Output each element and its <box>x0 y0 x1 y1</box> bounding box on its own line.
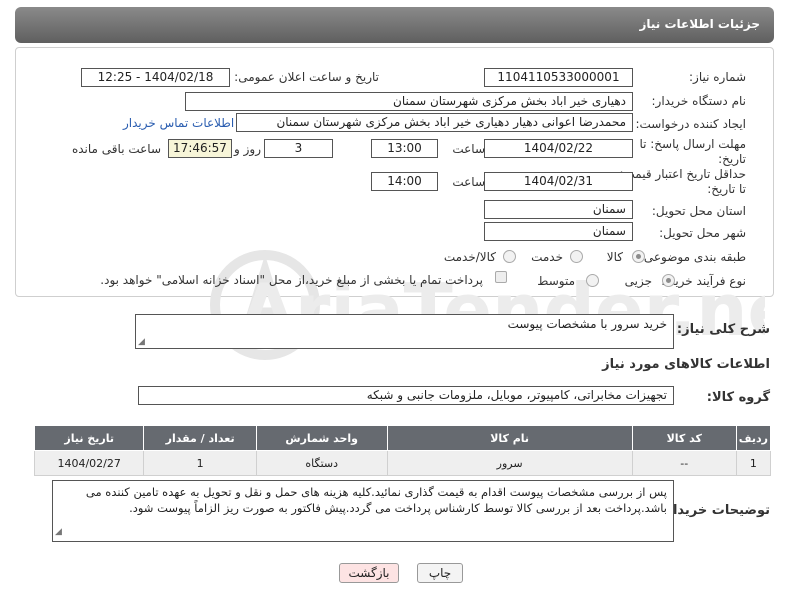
buyer-org-label: نام دستگاه خریدار: <box>651 94 747 108</box>
category-radio-goods-service[interactable] <box>503 250 516 263</box>
table-header-row: ردیف کد کالا نام کالا واحد شمارش تعداد /… <box>33 425 772 451</box>
process-radio-medium[interactable] <box>586 274 599 287</box>
process-option-medium: متوسط <box>537 274 575 288</box>
col-name-header: نام کالا <box>386 425 633 451</box>
city-field: سمنان <box>484 222 633 241</box>
process-option-minor: جزیی <box>624 274 652 288</box>
reply-time-field: 13:00 <box>371 139 438 158</box>
print-button[interactable]: چاپ <box>417 563 463 583</box>
category-radio-service[interactable] <box>570 250 583 263</box>
description-text: خرید سرور با مشخصات پیوست <box>507 317 667 331</box>
page-header: جزئیات اطلاعات نیاز <box>15 7 774 43</box>
need-number-label: شماره نیاز: <box>689 70 746 84</box>
city-label: شهر محل تحویل: <box>659 226 746 240</box>
process-radio-minor[interactable] <box>662 274 675 287</box>
buyer-org-field: دهیاری خیر اباد بخش مرکزی شهرستان سمنان <box>185 92 633 111</box>
cell-unit: دستگاه <box>255 450 388 476</box>
validity-date-field: 1404/02/31 <box>484 172 633 191</box>
cell-qty: 1 <box>143 450 257 476</box>
remaining-label: ساعت باقی مانده <box>71 142 161 156</box>
goods-group-field: تجهیزات مخابراتی، کامپیوتر، موبایل، ملزو… <box>138 386 674 405</box>
days-field: 3 <box>264 139 333 158</box>
remaining-time-field: 17:46:57 <box>168 139 232 158</box>
col-qty-header: تعداد / مقدار <box>143 425 257 451</box>
goods-group-label: گروه کالا: <box>706 390 770 405</box>
goods-section-title: اطلاعات کالاهای مورد نیاز <box>602 357 770 372</box>
reply-date-field: 1404/02/22 <box>484 139 633 158</box>
province-label: استان محل تحویل: <box>651 204 746 218</box>
cell-date: 1404/02/27 <box>33 450 145 476</box>
buyer-notes-textarea[interactable]: پس از بررسی مشخصات پیوست اقدام به قیمت گ… <box>52 480 674 542</box>
back-button[interactable]: بازگشت <box>339 563 399 583</box>
category-label: طبقه بندی موضوعی: <box>639 250 746 264</box>
buyer-notes-line-1: پس از بررسی مشخصات پیوست اقدام به قیمت گ… <box>85 485 667 499</box>
cell-code: -- <box>631 450 737 476</box>
category-option-goods-service: کالا/خدمت <box>443 250 496 264</box>
page-title: جزئیات اطلاعات نیاز <box>639 17 760 31</box>
validity-time-field: 14:00 <box>371 172 438 191</box>
category-option-service: خدمت <box>531 250 563 264</box>
treasury-payment-checkbox[interactable] <box>495 271 507 283</box>
creator-label: ایجاد کننده درخواست: <box>635 117 746 131</box>
treasury-payment-note: پرداخت تمام یا بخشی از مبلغ خرید،از محل … <box>100 273 483 287</box>
announce-label: تاریخ و ساعت اعلان عمومی: <box>234 70 379 84</box>
col-code-header: کد کالا <box>631 425 737 451</box>
resize-grip-icon: ◢ <box>55 527 62 537</box>
buyer-contact-link[interactable]: اطلاعات تماس خریدار <box>123 116 234 130</box>
table-row: 1 -- سرور دستگاه 1 1404/02/27 <box>33 450 772 476</box>
goods-table: ردیف کد کالا نام کالا واحد شمارش تعداد /… <box>33 425 772 476</box>
col-date-header: تاریخ نیاز <box>33 425 145 451</box>
category-radio-goods[interactable] <box>632 250 645 263</box>
cell-row: 1 <box>735 450 772 476</box>
reply-time-label: ساعت <box>452 142 485 156</box>
announce-field: 1404/02/18 - 12:25 <box>81 68 230 87</box>
reply-deadline-label: مهلت ارسال پاسخ: تا تاریخ: <box>639 137 746 166</box>
days-label: روز و <box>234 142 261 156</box>
province-field: سمنان <box>484 200 633 219</box>
need-number-field: 1104110533000001 <box>484 68 633 87</box>
resize-grip-icon: ◢ <box>138 337 145 347</box>
col-row-header: ردیف <box>735 425 772 451</box>
category-option-goods: کالا <box>606 250 623 264</box>
price-validity-label: حداقل تاریخ اعتبار قیمت: تا تاریخ: <box>619 167 746 196</box>
col-unit-header: واحد شمارش <box>255 425 388 451</box>
buyer-notes-label: توضیحات خریدار: <box>660 503 770 518</box>
description-textarea[interactable]: خرید سرور با مشخصات پیوست ◢ <box>135 314 674 349</box>
validity-time-label: ساعت <box>452 175 485 189</box>
description-label: شرح کلی نیاز: <box>676 322 770 337</box>
buyer-notes-line-2: باشد.پرداخت بعد از بررسی کالا توسط کارشن… <box>129 501 667 515</box>
creator-field: محمدرضا اعوانی دهیار دهیاری خیر اباد بخش… <box>236 113 633 132</box>
cell-name: سرور <box>386 450 633 476</box>
